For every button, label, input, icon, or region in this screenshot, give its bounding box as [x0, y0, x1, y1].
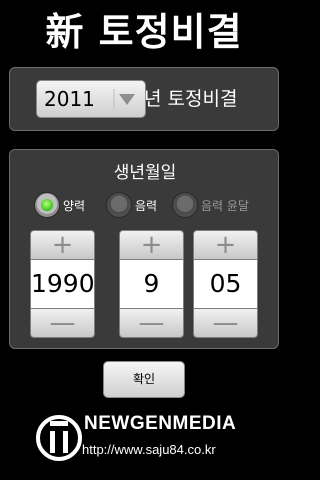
- radio-solar[interactable]: 양력: [34, 190, 85, 220]
- radio-lunar-leap-label: 음력 윤달: [201, 198, 249, 213]
- radio-solar-label: 양력: [63, 198, 86, 213]
- year-spinner-value: 2011: [44, 87, 95, 111]
- year-picker-value[interactable]: 1990: [30, 260, 95, 308]
- newgenmedia-logo-icon: [36, 415, 82, 461]
- year-picker: + 1990 —: [30, 230, 95, 338]
- radio-lunar-leap[interactable]: 음력 윤달: [172, 190, 249, 220]
- footer-brand: NEWGENMEDIA: [84, 413, 237, 434]
- radio-lunar-label: 음력: [135, 198, 158, 213]
- calendar-type-radio-group: 양력 음력 음력 윤달: [34, 190, 280, 220]
- month-picker-value[interactable]: 9: [119, 260, 184, 308]
- year-spinner[interactable]: 2011: [36, 80, 146, 118]
- confirm-button[interactable]: 확인: [103, 361, 185, 398]
- app-title: 新 토정비결: [45, 9, 243, 54]
- birth-date-label: 생년월일: [113, 163, 177, 183]
- month-picker: + 9 —: [119, 230, 184, 338]
- radio-unselected-icon: [172, 192, 198, 218]
- radio-selected-icon: [34, 192, 60, 218]
- day-picker: + 05 —: [193, 230, 258, 338]
- month-increment-button[interactable]: +: [119, 230, 184, 260]
- year-decrement-button[interactable]: —: [30, 308, 95, 338]
- footer-url[interactable]: http://www.saju84.co.kr: [82, 442, 216, 457]
- month-decrement-button[interactable]: —: [119, 308, 184, 338]
- year-suffix-label: 년 토정비결: [144, 88, 238, 110]
- year-panel: 2011 년 토정비결: [9, 67, 279, 131]
- day-picker-value[interactable]: 05: [193, 260, 258, 308]
- year-increment-button[interactable]: +: [30, 230, 95, 260]
- birth-panel: 생년월일 양력 음력 음력 윤달 + 1990 — + 9 — + 05 —: [9, 149, 279, 349]
- radio-unselected-icon: [106, 192, 132, 218]
- dropdown-arrow-icon: [113, 89, 135, 109]
- day-decrement-button[interactable]: —: [193, 308, 258, 338]
- radio-lunar[interactable]: 음력: [106, 190, 157, 220]
- day-increment-button[interactable]: +: [193, 230, 258, 260]
